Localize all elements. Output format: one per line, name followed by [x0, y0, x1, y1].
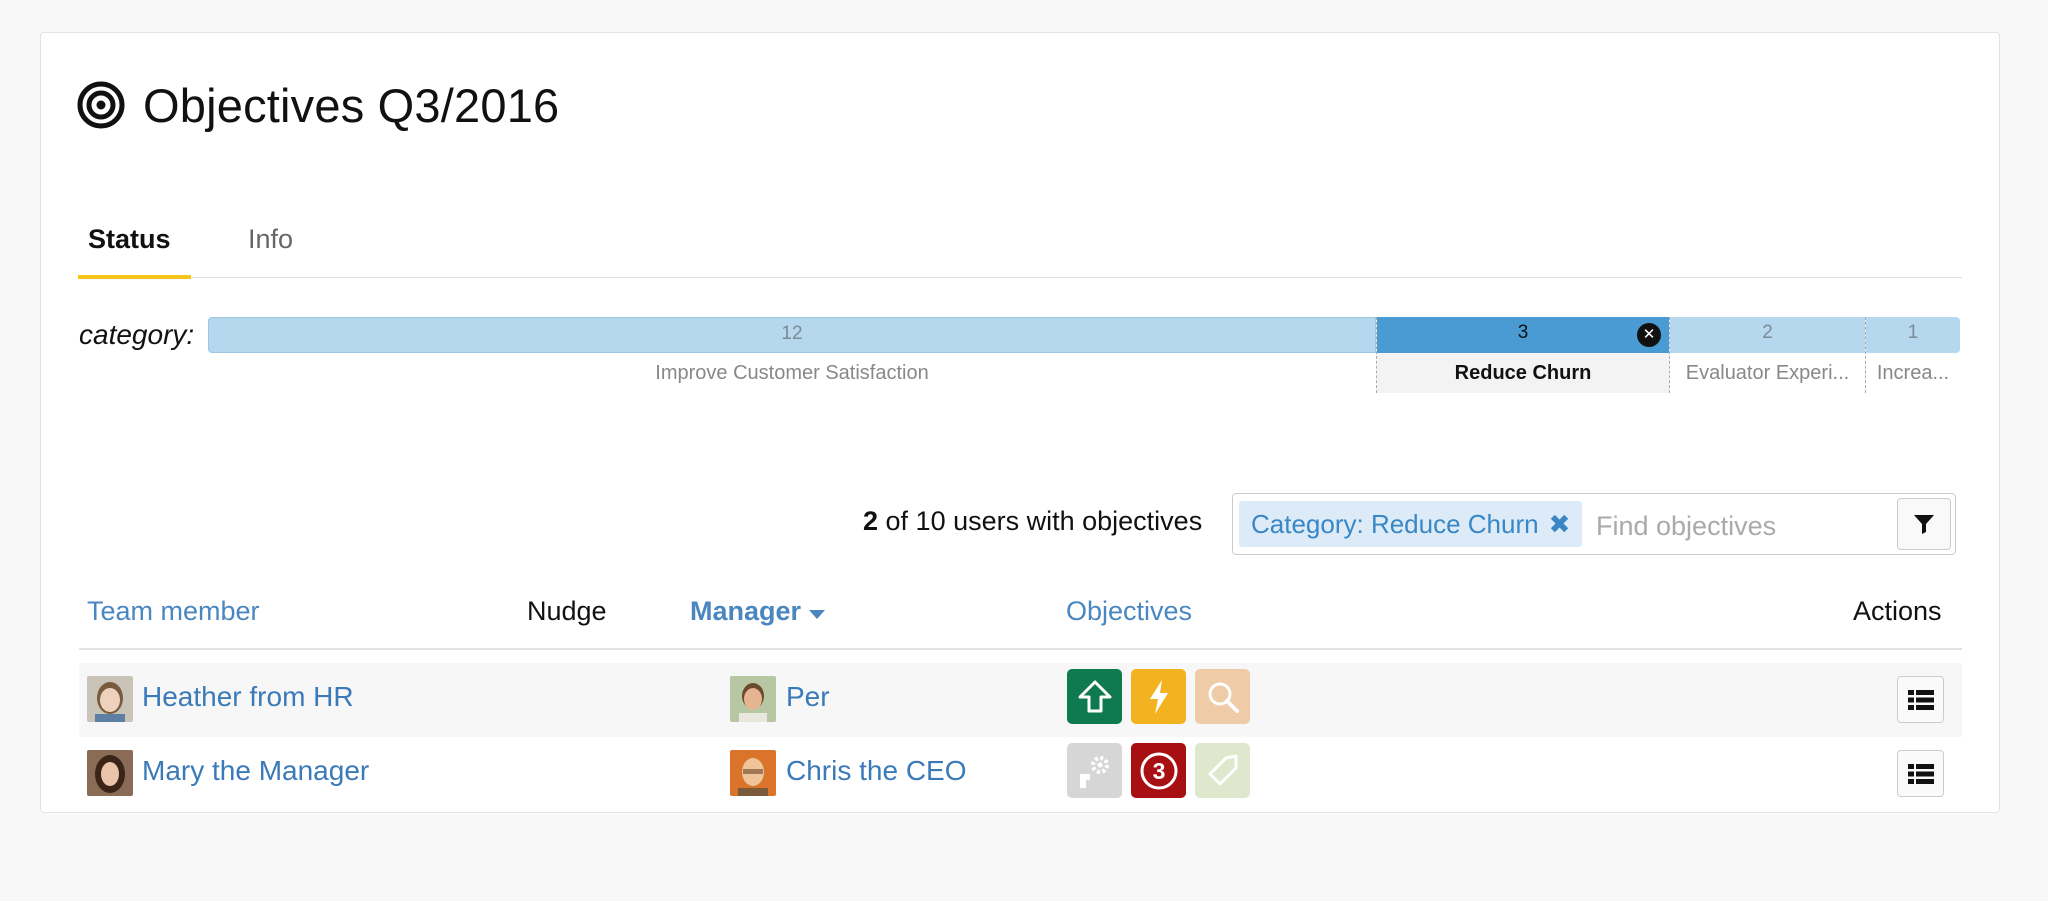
category-label: category: [79, 319, 195, 350]
header-manager[interactable]: Manager [690, 596, 825, 627]
list-icon [1907, 689, 1934, 710]
objective-number-text: 3 [1152, 758, 1165, 784]
objective-tag-icon[interactable] [1195, 743, 1250, 798]
filter-chip-label: Category: Reduce Churn [1251, 509, 1539, 539]
page-title: Objectives Q3/2016 [143, 78, 560, 132]
segment-count: 1 [1907, 322, 1919, 343]
header-nudge: Nudge [527, 596, 607, 626]
segment-label[interactable]: Evaluator Experi... [1670, 353, 1865, 393]
objective-magnifier-icon[interactable] [1195, 669, 1250, 724]
avatar [87, 750, 133, 796]
users-shown-count: 2 [863, 506, 879, 536]
header-manager-label: Manager [690, 596, 802, 626]
filter-chip-category: Category: Reduce Churn ✖ [1239, 501, 1583, 547]
team-member-link[interactable]: Mary the Manager [142, 755, 369, 787]
manager-link[interactable]: Chris the CEO [786, 755, 967, 787]
tab-info[interactable]: Info [248, 224, 293, 255]
segment-divider [1669, 317, 1670, 393]
remove-filter-icon[interactable]: ✖ [1549, 509, 1571, 539]
find-objectives-input[interactable] [1594, 502, 1878, 550]
category-segment-increase[interactable]: 1 [1866, 317, 1960, 353]
tab-status[interactable]: Status [88, 224, 171, 255]
target-icon [77, 81, 125, 129]
objective-lightning-icon[interactable] [1131, 669, 1186, 724]
segment-count: 3 [1517, 322, 1529, 343]
users-count: 2 of 10 users with objectives [863, 506, 1202, 537]
manager-link[interactable]: Per [786, 681, 830, 713]
avatar [730, 750, 776, 796]
clear-category-icon[interactable]: ✕ [1637, 323, 1661, 347]
header-actions: Actions [1853, 596, 1942, 626]
segment-divider [1376, 317, 1377, 393]
team-member-link[interactable]: Heather from HR [142, 681, 354, 713]
funnel-icon [1914, 515, 1934, 534]
category-segment-reduce-churn[interactable]: 3 [1377, 317, 1669, 353]
header-objectives[interactable]: Objectives [1066, 596, 1192, 627]
sort-desc-icon [808, 610, 825, 619]
filter-button[interactable] [1897, 498, 1951, 550]
category-segment-improve-customer-satisfaction[interactable]: 12 [208, 317, 1376, 353]
avatar [87, 676, 133, 722]
table-header-divider [79, 648, 1962, 650]
header-team-member[interactable]: Team member [87, 596, 260, 627]
segment-label[interactable]: Increa... [1866, 353, 1960, 393]
category-segment-evaluator-experience[interactable]: 2 [1670, 317, 1865, 353]
avatar [730, 676, 776, 722]
segment-count: 12 [781, 323, 803, 344]
list-icon [1907, 763, 1934, 784]
users-count-text: of 10 users with objectives [878, 506, 1203, 536]
page-header: Objectives Q3/2016 [77, 73, 559, 137]
segment-divider [1865, 317, 1866, 393]
objectives-card: Objectives Q3/2016 Status Info category:… [40, 32, 2000, 813]
segment-count: 2 [1762, 322, 1773, 343]
row-actions-button[interactable] [1897, 750, 1944, 797]
table-row: Heather from HR Per [79, 663, 1962, 737]
row-actions-button[interactable] [1897, 676, 1944, 723]
tab-bar: Status Info [78, 196, 1962, 279]
objective-number-3-icon[interactable]: 3 [1131, 743, 1186, 798]
objective-arrow-up-icon[interactable] [1067, 669, 1122, 724]
active-tab-indicator [78, 275, 191, 279]
objective-search-box: Category: Reduce Churn ✖ [1232, 493, 1956, 555]
objective-gears-icon[interactable] [1067, 743, 1122, 798]
segment-label-selected[interactable]: Reduce Churn [1377, 353, 1669, 393]
table-row: Mary the Manager Chris the CEO 3 [79, 737, 1962, 811]
segment-label[interactable]: Improve Customer Satisfaction [208, 353, 1376, 393]
category-filter-bar: 12 3 2 1 Improve Customer Satisfaction R… [208, 285, 1960, 393]
